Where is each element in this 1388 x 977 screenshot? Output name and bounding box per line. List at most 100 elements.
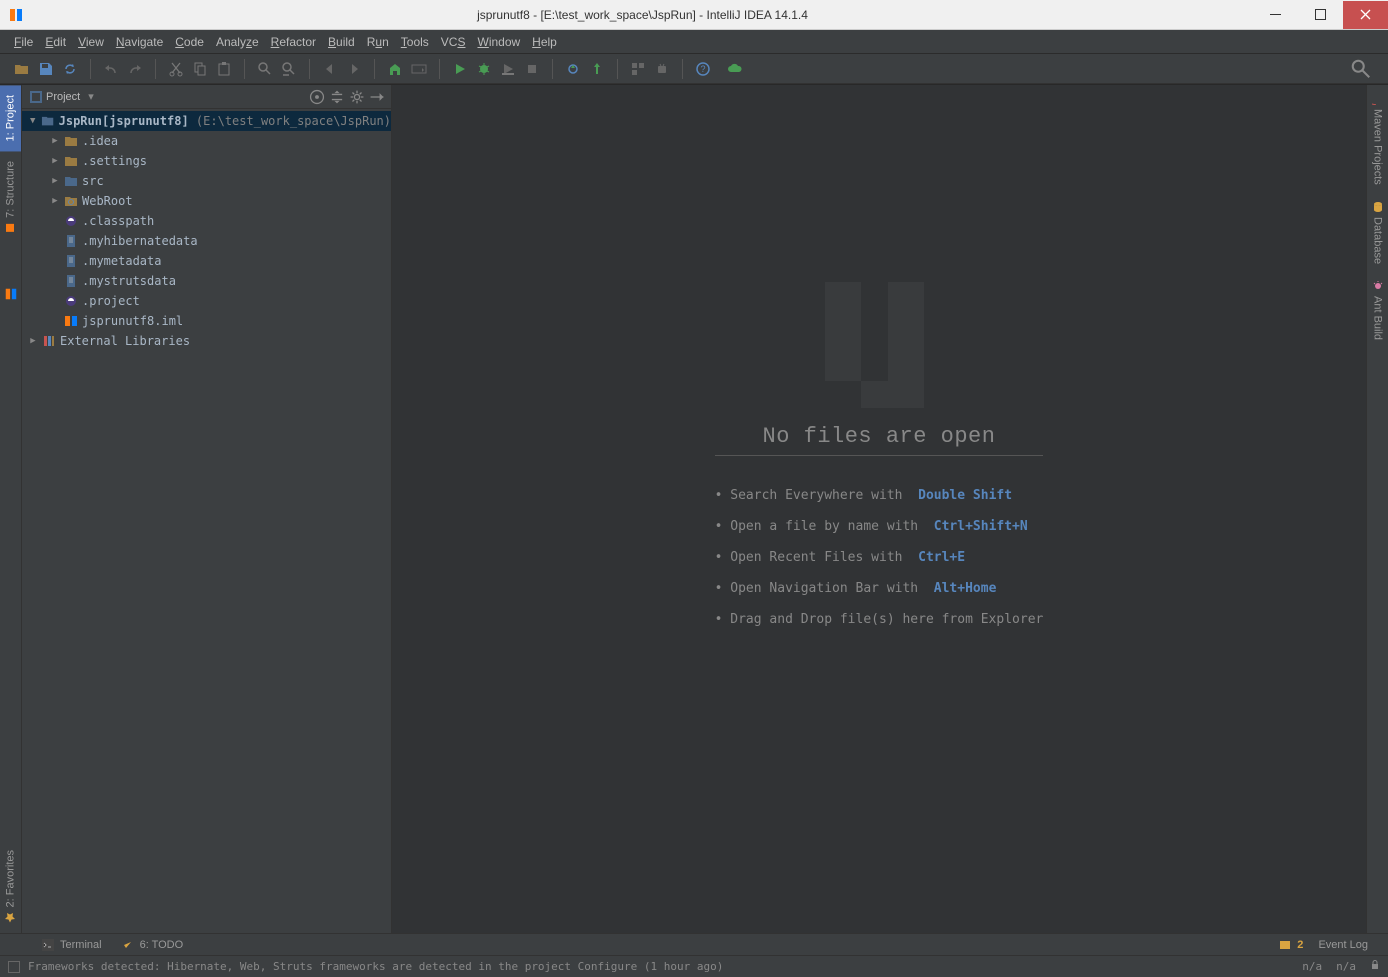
- left-tool-tabs: 1: Project 7: Structure 2: Favorites: [0, 85, 22, 933]
- tree-item-myhibernatedata[interactable]: .myhibernatedata: [22, 231, 391, 251]
- tab-event-log[interactable]: 2 Event Log: [1269, 939, 1378, 951]
- folder-icon: [64, 134, 78, 148]
- undo-icon[interactable]: [100, 58, 122, 80]
- debug-icon[interactable]: [473, 58, 495, 80]
- android-icon[interactable]: [651, 58, 673, 80]
- open-icon[interactable]: [11, 58, 33, 80]
- tab-favorites[interactable]: 2: Favorites: [0, 840, 21, 933]
- web-folder-icon: [64, 194, 78, 208]
- paste-icon[interactable]: [213, 58, 235, 80]
- terminal-icon: [42, 939, 54, 951]
- gear-icon[interactable]: [348, 88, 366, 106]
- menu-vcs[interactable]: VCS: [435, 33, 472, 51]
- eclipse-file-icon: [64, 294, 78, 308]
- module-folder-icon: [41, 114, 54, 128]
- redo-icon[interactable]: [124, 58, 146, 80]
- hide-icon[interactable]: [368, 88, 386, 106]
- tree-item-webroot[interactable]: ▶WebRoot: [22, 191, 391, 211]
- run-icon[interactable]: [449, 58, 471, 80]
- menu-analyze[interactable]: Analyze: [210, 33, 265, 51]
- vcs-update-icon[interactable]: [562, 58, 584, 80]
- tree-item-classpath[interactable]: .classpath: [22, 211, 391, 231]
- eclipse-file-icon: [64, 214, 78, 228]
- menu-edit[interactable]: Edit: [39, 33, 72, 51]
- scroll-from-source-icon[interactable]: [308, 88, 326, 106]
- cut-icon[interactable]: [165, 58, 187, 80]
- replace-icon[interactable]: [278, 58, 300, 80]
- tree-item-iml[interactable]: jsprunutf8.iml: [22, 311, 391, 331]
- window-titlebar: jsprunutf8 - [E:\test_work_space\JspRun]…: [0, 0, 1388, 30]
- project-panel-title[interactable]: Project ▾: [26, 90, 98, 103]
- tree-item-idea[interactable]: ▶.idea: [22, 131, 391, 151]
- app-icon: [8, 7, 24, 23]
- intellij-watermark-icon: [789, 255, 969, 435]
- tree-item-mystrutsdata[interactable]: .mystrutsdata: [22, 271, 391, 291]
- tree-item-project[interactable]: .project: [22, 291, 391, 311]
- tab-terminal[interactable]: Terminal: [32, 939, 112, 951]
- find-icon[interactable]: [254, 58, 276, 80]
- jsp-icon[interactable]: [0, 284, 21, 304]
- status-checkbox[interactable]: [8, 961, 20, 973]
- menu-navigate[interactable]: Navigate: [110, 33, 169, 51]
- src-folder-icon: [64, 174, 78, 188]
- help-icon[interactable]: ?: [692, 58, 714, 80]
- tree-item-mymetadata[interactable]: .mymetadata: [22, 251, 391, 271]
- tab-project[interactable]: 1: Project: [0, 85, 21, 151]
- window-title: jsprunutf8 - [E:\test_work_space\JspRun]…: [32, 8, 1253, 22]
- menu-code[interactable]: Code: [169, 33, 210, 51]
- minimize-button[interactable]: [1253, 1, 1298, 29]
- save-all-icon[interactable]: [35, 58, 57, 80]
- maximize-button[interactable]: [1298, 1, 1343, 29]
- menu-view[interactable]: View: [72, 33, 110, 51]
- chevron-down-icon[interactable]: ▾: [88, 90, 94, 103]
- back-icon[interactable]: [319, 58, 341, 80]
- text-file-icon: [64, 254, 78, 268]
- tab-maven[interactable]: mMaven Projects: [1367, 85, 1388, 193]
- close-button[interactable]: [1343, 1, 1388, 29]
- iml-file-icon: [64, 314, 78, 328]
- tab-database[interactable]: Database: [1367, 193, 1388, 272]
- text-file-icon: [64, 274, 78, 288]
- status-na1: n/a: [1302, 960, 1322, 973]
- collapse-all-icon[interactable]: [328, 88, 346, 106]
- tree-item-settings[interactable]: ▶.settings: [22, 151, 391, 171]
- tree-item-src[interactable]: ▶src: [22, 171, 391, 191]
- run-config-dropdown[interactable]: [408, 58, 430, 80]
- status-message[interactable]: Frameworks detected: Hibernate, Web, Str…: [28, 960, 1302, 973]
- library-icon: [42, 334, 56, 348]
- stop-icon[interactable]: [521, 58, 543, 80]
- tree-item-external-libraries[interactable]: ▶External Libraries: [22, 331, 391, 351]
- right-tool-tabs: mMaven Projects Database Ant Build: [1366, 85, 1388, 933]
- status-na2: n/a: [1336, 960, 1356, 973]
- menu-file[interactable]: File: [8, 33, 39, 51]
- menu-tools[interactable]: Tools: [395, 33, 435, 51]
- tree-root[interactable]: ▼ JspRun [jsprunutf8] (E:\test_work_spac…: [22, 111, 391, 131]
- editor-area[interactable]: No files are open Search Everywhere with…: [392, 85, 1366, 933]
- tip-search: Search Everywhere with Double Shift: [715, 480, 1044, 511]
- search-everywhere-icon[interactable]: [1350, 58, 1372, 80]
- menu-build[interactable]: Build: [322, 33, 361, 51]
- project-panel-header: Project ▾: [22, 85, 391, 109]
- lock-icon[interactable]: [1370, 960, 1380, 973]
- vcs-commit-icon[interactable]: [586, 58, 608, 80]
- tab-ant[interactable]: Ant Build: [1367, 272, 1388, 348]
- coverage-icon[interactable]: [497, 58, 519, 80]
- menu-window[interactable]: Window: [471, 33, 526, 51]
- bottom-tool-tabs: Terminal 6: TODO 2 Event Log: [0, 933, 1388, 955]
- svg-text:m: m: [1372, 103, 1379, 105]
- module-icon[interactable]: [627, 58, 649, 80]
- project-tree[interactable]: ▼ JspRun [jsprunutf8] (E:\test_work_spac…: [22, 109, 391, 933]
- cloud-icon[interactable]: [724, 58, 746, 80]
- sync-icon[interactable]: [59, 58, 81, 80]
- tab-todo[interactable]: 6: TODO: [112, 939, 194, 951]
- tab-structure[interactable]: 7: Structure: [0, 151, 21, 244]
- menu-help[interactable]: Help: [526, 33, 563, 51]
- forward-icon[interactable]: [343, 58, 365, 80]
- menu-refactor[interactable]: Refactor: [265, 33, 322, 51]
- menu-run[interactable]: Run: [361, 33, 395, 51]
- tip-drag: Drag and Drop file(s) here from Explorer: [715, 604, 1044, 635]
- build-icon[interactable]: [384, 58, 406, 80]
- menu-bar: File Edit View Navigate Code Analyze Ref…: [0, 30, 1388, 54]
- copy-icon[interactable]: [189, 58, 211, 80]
- main-toolbar: ?: [0, 54, 1388, 84]
